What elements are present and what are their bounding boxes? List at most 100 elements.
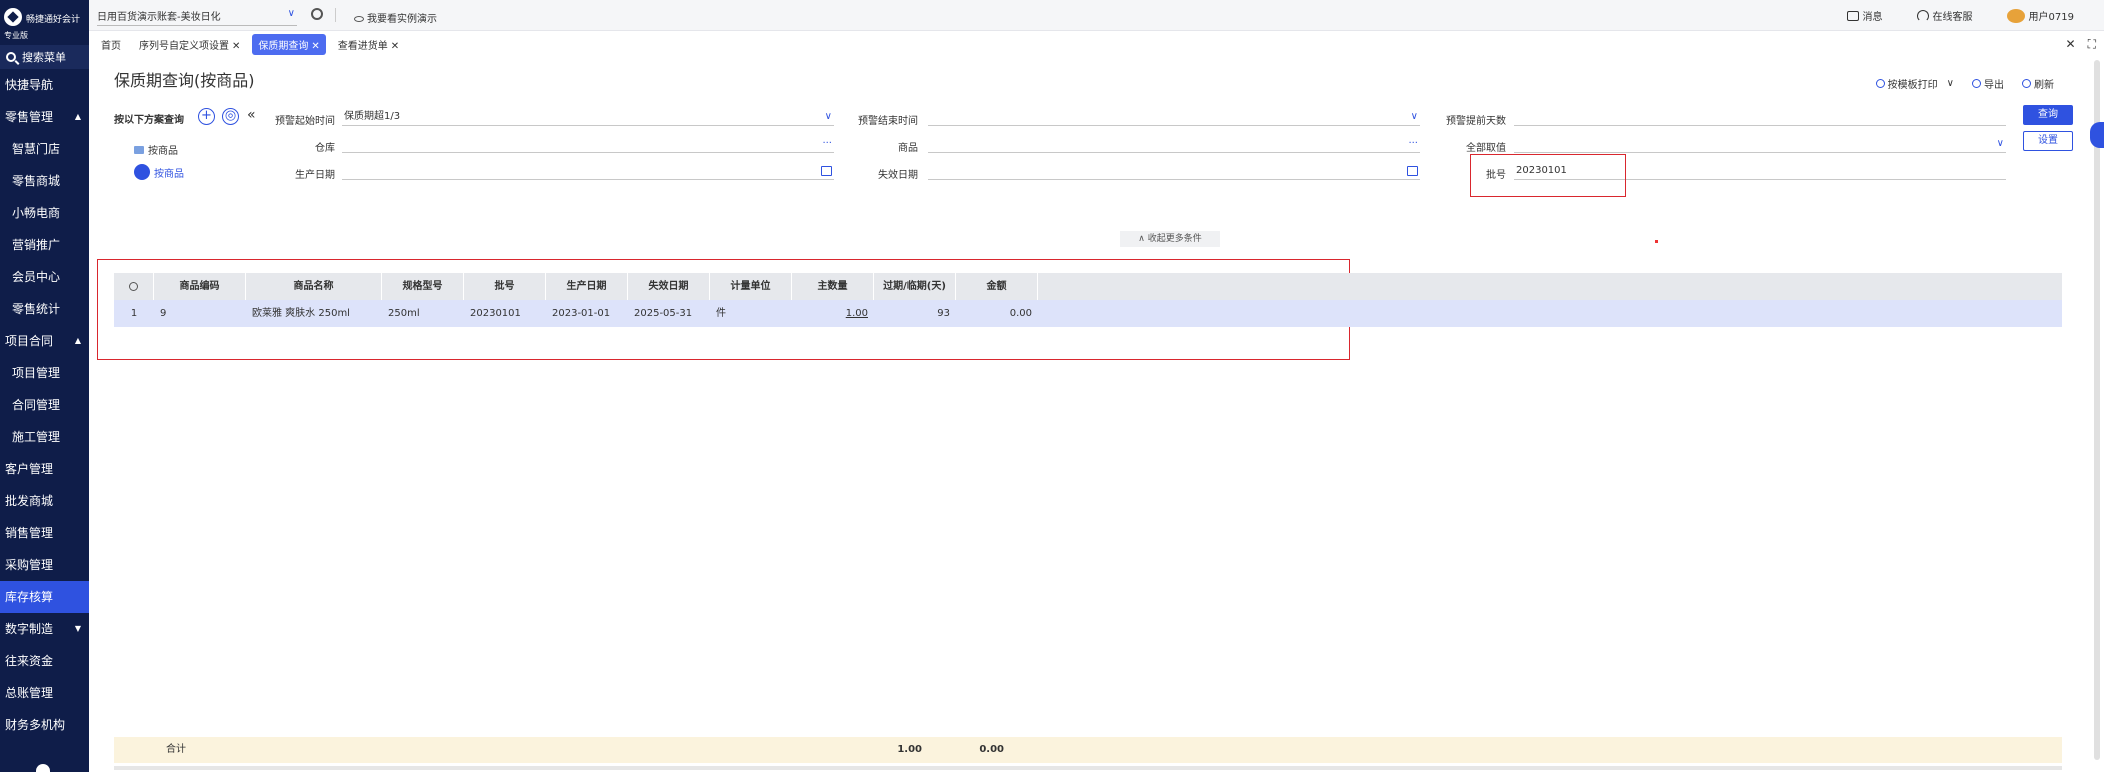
chevron-down-icon: ∨ — [1410, 111, 1418, 122]
sidebar-item-construction-mgmt[interactable]: 施工管理 — [0, 421, 89, 453]
column-header[interactable]: 主数量 — [792, 273, 874, 300]
tab-serial-settings[interactable]: 序列号自定义项设置 ✕ — [133, 34, 246, 55]
sidebar-item-contract-mgmt[interactable]: 合同管理 — [0, 389, 89, 421]
tab-shelf-life-query[interactable]: 保质期查询 ✕ — [252, 33, 326, 55]
sidebar-item-customer[interactable]: 客户管理 — [0, 453, 89, 485]
close-icon[interactable]: ✕ — [232, 41, 240, 52]
warn-days-input[interactable] — [1514, 108, 2006, 126]
tab-home[interactable]: 首页 — [95, 34, 127, 55]
sidebar-item-label: 营销推广 — [12, 238, 61, 252]
calendar-icon[interactable] — [821, 166, 832, 176]
sidebar-item-label: 销售管理 — [5, 526, 54, 540]
close-icon[interactable]: ✕ — [311, 41, 319, 52]
cell-quantity[interactable]: 1.00 — [792, 300, 874, 327]
demo-link[interactable]: 我要看实例演示 — [354, 10, 437, 25]
warn-end-select[interactable]: ∨ — [928, 108, 1420, 126]
column-header[interactable]: 失效日期 — [628, 273, 710, 300]
settings-button[interactable]: 设置 — [2023, 131, 2073, 151]
prod-date-input[interactable] — [342, 162, 834, 180]
total-label: 合计 — [166, 744, 186, 755]
table-row[interactable]: 1 9 欧莱雅 爽肤水 250ml 250ml 20230101 2023-01… — [114, 300, 2062, 327]
row-index: 1 — [130, 308, 138, 319]
tab-label: 保质期查询 — [258, 40, 309, 52]
column-header[interactable]: 商品编码 — [154, 273, 246, 300]
sidebar-item-label: 客户管理 — [5, 462, 54, 476]
horizontal-scrollbar[interactable] — [114, 766, 2062, 770]
sidebar-item-inventory[interactable]: 库存核算 — [0, 581, 89, 613]
column-header[interactable]: 计量单位 — [710, 273, 792, 300]
user-menu[interactable]: 用户0719 — [2006, 8, 2074, 23]
sidebar-item-funds[interactable]: 往来资金 — [0, 645, 89, 677]
assistant-icon[interactable] — [2090, 122, 2104, 148]
ellipsis-icon[interactable]: ··· — [1408, 135, 1418, 153]
exp-date-input[interactable] — [928, 162, 1420, 180]
sidebar-item-marketing[interactable]: 营销推广 — [0, 229, 89, 261]
online-service-button[interactable]: 在线客服 — [1916, 8, 1973, 23]
column-header[interactable]: 规格型号 — [382, 273, 464, 300]
sidebar-item-sales[interactable]: 销售管理 — [0, 517, 89, 549]
chevron-down-icon: ∨ — [824, 111, 832, 122]
column-settings[interactable] — [114, 273, 154, 300]
sidebar-item-label: 会员中心 — [12, 270, 61, 284]
warn-start-select[interactable]: 保质期超1/3 ∨ — [342, 108, 834, 126]
print-template-button[interactable]: 按模板打印 ∨ — [1875, 76, 1954, 91]
column-header[interactable]: 生产日期 — [546, 273, 628, 300]
column-header[interactable]: 金额 — [956, 273, 1038, 300]
vertical-scrollbar[interactable] — [2094, 60, 2100, 760]
export-icon — [1972, 79, 1981, 88]
sidebar-item-retail-mall[interactable]: 零售商城 — [0, 165, 89, 197]
scheme-settings-icon[interactable]: ◎ — [222, 108, 239, 125]
sidebar-item-multi-org[interactable]: 财务多机构 — [0, 709, 89, 741]
user-icon[interactable] — [36, 764, 50, 772]
sidebar-item-purchase[interactable]: 采购管理 — [0, 549, 89, 581]
sidebar-item-project-contract[interactable]: 项目合同 ▲ — [0, 325, 89, 357]
product-input[interactable]: ··· — [928, 135, 1420, 153]
sidebar-item-retail-stats[interactable]: 零售统计 — [0, 293, 89, 325]
gear-icon[interactable] — [311, 8, 323, 20]
sidebar-item-smart-store[interactable]: 智慧门店 — [0, 133, 89, 165]
status-select[interactable]: ∨ — [1514, 135, 2006, 153]
headset-icon — [1916, 9, 1929, 22]
close-icon[interactable]: ✕ — [391, 41, 399, 52]
sidebar-item-ecommerce[interactable]: 小畅电商 — [0, 197, 89, 229]
sidebar-item-retail[interactable]: 零售管理 ▲ — [0, 101, 89, 133]
column-header[interactable]: 批号 — [464, 273, 546, 300]
quantity-link[interactable]: 1.00 — [846, 308, 868, 319]
brand: 畅捷通好会计 专业版 — [0, 0, 89, 45]
collapse-left-icon[interactable]: « — [247, 107, 256, 123]
column-header[interactable]: 过期/临期(天) — [874, 273, 956, 300]
scheme-item-selected[interactable]: 按商品 — [134, 164, 184, 180]
logo-icon — [4, 8, 22, 26]
refresh-button[interactable]: 刷新 — [2022, 76, 2054, 91]
add-scheme-button[interactable]: + — [198, 108, 215, 125]
chevron-down-icon[interactable]: ∨ — [1947, 78, 1954, 89]
topbar: 日用百货演示账套-美妆日化 ∨ 我要看实例演示 消息 在线客服 用户0719 — [89, 0, 2104, 31]
column-header[interactable]: 商品名称 — [246, 273, 382, 300]
warn-start-label: 预警起始时间 — [275, 116, 335, 127]
messages-button[interactable]: 消息 — [1846, 8, 1883, 23]
scheme-item[interactable]: 按商品 — [134, 142, 178, 157]
calendar-icon[interactable] — [1407, 166, 1418, 176]
sidebar-item-label: 往来资金 — [5, 654, 54, 668]
online-service-label: 在线客服 — [1932, 12, 1973, 23]
menu-search[interactable]: 搜索菜单 — [0, 45, 89, 69]
sidebar-item-quick-nav[interactable]: 快捷导航 — [0, 69, 89, 101]
account-select[interactable]: 日用百货演示账套-美妆日化 ∨ — [97, 8, 297, 26]
tab-view-purchase[interactable]: 查看进货单 ✕ — [332, 34, 405, 55]
query-button[interactable]: 查询 — [2023, 105, 2073, 125]
fullscreen-icon[interactable]: ⛶ — [2088, 37, 2096, 52]
sidebar-item-project-mgmt[interactable]: 项目管理 — [0, 357, 89, 389]
cell-spec: 250ml — [388, 308, 420, 319]
sidebar-item-label: 快捷导航 — [5, 78, 54, 92]
sidebar-item-manufacturing[interactable]: 数字制造 ▼ — [0, 613, 89, 645]
collapse-more-button[interactable]: ∧ 收起更多条件 — [1120, 231, 1220, 247]
close-all-icon[interactable]: ✕ — [2066, 37, 2076, 52]
sidebar-item-wholesale[interactable]: 批发商城 — [0, 485, 89, 517]
sidebar-item-member-center[interactable]: 会员中心 — [0, 261, 89, 293]
prod-date-label: 生产日期 — [295, 170, 335, 181]
export-button[interactable]: 导出 — [1972, 76, 2004, 91]
ellipsis-icon[interactable]: ··· — [822, 135, 832, 153]
sidebar-item-ledger[interactable]: 总账管理 — [0, 677, 89, 709]
total-amount: 0.00 — [979, 744, 1004, 755]
warehouse-input[interactable]: ··· — [342, 135, 834, 153]
